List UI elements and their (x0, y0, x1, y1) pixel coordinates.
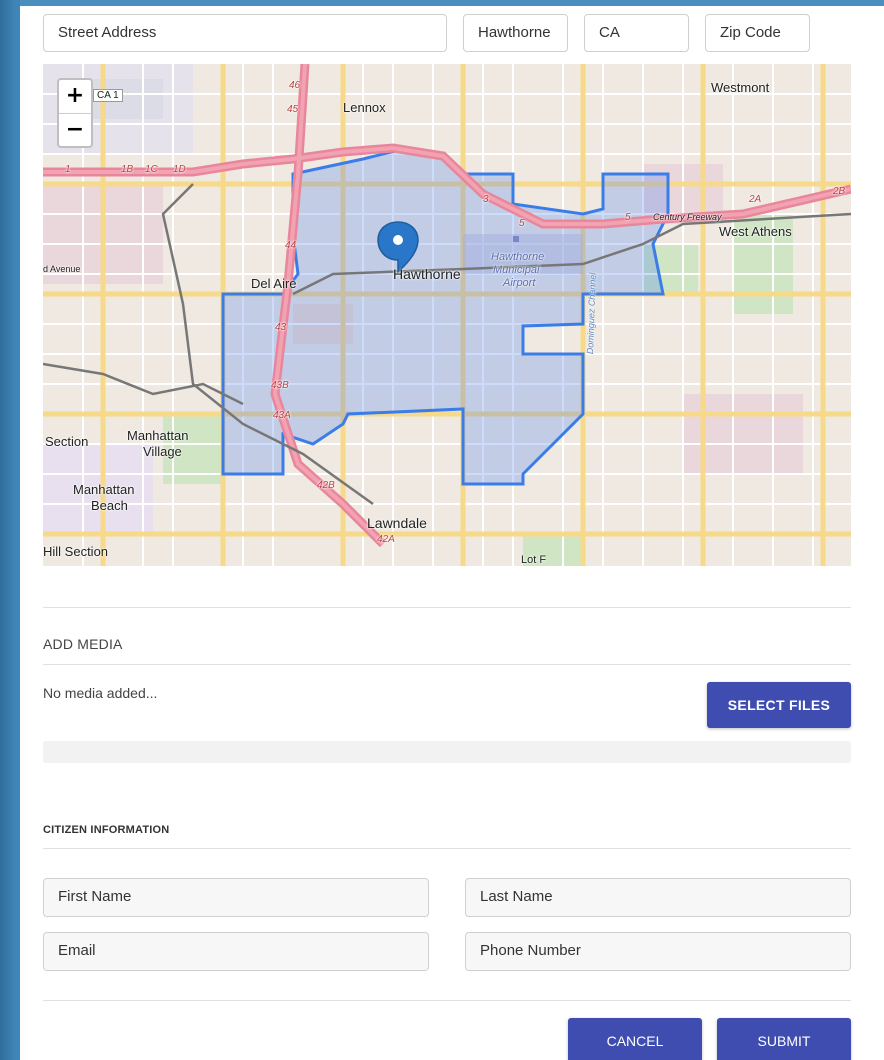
zoom-controls: + − (57, 78, 93, 148)
select-files-button[interactable]: SELECT FILES (707, 682, 851, 728)
divider (43, 664, 851, 665)
map-label-airport-1: Hawthorne (491, 251, 545, 263)
map-label-manhattan-village-1: Manhattan (127, 428, 189, 443)
map-exit-3: 3 (483, 194, 489, 205)
map-label-airport-2: Municipal (493, 264, 540, 276)
location-map[interactable]: + − Lennox Westmont West Athens Del Aire… (43, 64, 851, 566)
map-exit-5: 5 (519, 218, 525, 229)
map-exit-42a: 42A (377, 534, 395, 545)
divider (43, 1000, 851, 1001)
map-exit-44: 44 (285, 240, 297, 251)
zoom-in-button[interactable]: + (59, 80, 91, 114)
map-label-century-freeway: Century Freeway (653, 212, 722, 222)
map-label-del-aire: Del Aire (251, 276, 297, 291)
map-label-lennox: Lennox (343, 100, 386, 115)
map-exit-46: 46 (289, 80, 301, 91)
map-label-hill-section: Hill Section (43, 544, 109, 559)
first-name-input[interactable]: First Name (43, 878, 429, 917)
map-exit-43: 43 (275, 322, 287, 333)
submit-button[interactable]: SUBMIT (717, 1018, 851, 1060)
map-label-avenue: d Avenue (43, 264, 81, 274)
citizen-information-title: CITIZEN INFORMATION (43, 824, 170, 836)
map-label-lawndale: Lawndale (367, 515, 427, 531)
top-accent-bar (20, 0, 884, 6)
map-exit-2a: 2A (749, 194, 762, 205)
zip-code-input[interactable]: Zip Code (705, 14, 810, 52)
map-label-manhattan-beach-2: Beach (91, 498, 128, 513)
upload-progress-bar (43, 741, 851, 763)
state-input[interactable]: CA (584, 14, 689, 52)
map-label-section: Section (45, 434, 89, 449)
map-shield-ca1: CA 1 (93, 89, 123, 102)
map-label-airport-3: Airport (503, 277, 536, 289)
map-exit-45: 45 (287, 104, 299, 115)
divider (43, 848, 851, 849)
map-label-manhattan-village-2: Village (143, 444, 182, 459)
map-exit-43b: 43B (271, 380, 289, 391)
map-exit-1c: 1C (145, 164, 158, 175)
divider (43, 607, 851, 608)
phone-number-input[interactable]: Phone Number (465, 932, 851, 971)
map-exit-1: 1 (65, 164, 71, 175)
map-tiles (43, 64, 851, 566)
street-address-input[interactable]: Street Address (43, 14, 447, 52)
map-exit-2b: 2B (833, 186, 846, 197)
map-exit-1d: 1D (173, 164, 186, 175)
map-label-westmont: Westmont (711, 80, 770, 95)
map-exit-5b: 5 (625, 212, 631, 223)
map-label-west-athens: West Athens (719, 224, 792, 239)
map-exit-42b: 42B (317, 480, 335, 491)
add-media-title: ADD MEDIA (43, 636, 123, 652)
zoom-out-button[interactable]: − (59, 114, 91, 147)
email-input[interactable]: Email (43, 932, 429, 971)
map-exit-1b: 1B (121, 164, 134, 175)
cancel-button[interactable]: CANCEL (568, 1018, 702, 1060)
map-label-lot-f: Lot F (521, 554, 547, 566)
no-media-text: No media added... (43, 685, 158, 701)
map-label-hawthorne: Hawthorne (393, 266, 461, 282)
last-name-input[interactable]: Last Name (465, 878, 851, 917)
map-exit-43a: 43A (273, 410, 291, 421)
city-input[interactable]: Hawthorne (463, 14, 568, 52)
map-label-manhattan-beach-1: Manhattan (73, 482, 135, 497)
report-form-panel: Street Address Hawthorne CA Zip Code + −… (20, 0, 884, 1060)
